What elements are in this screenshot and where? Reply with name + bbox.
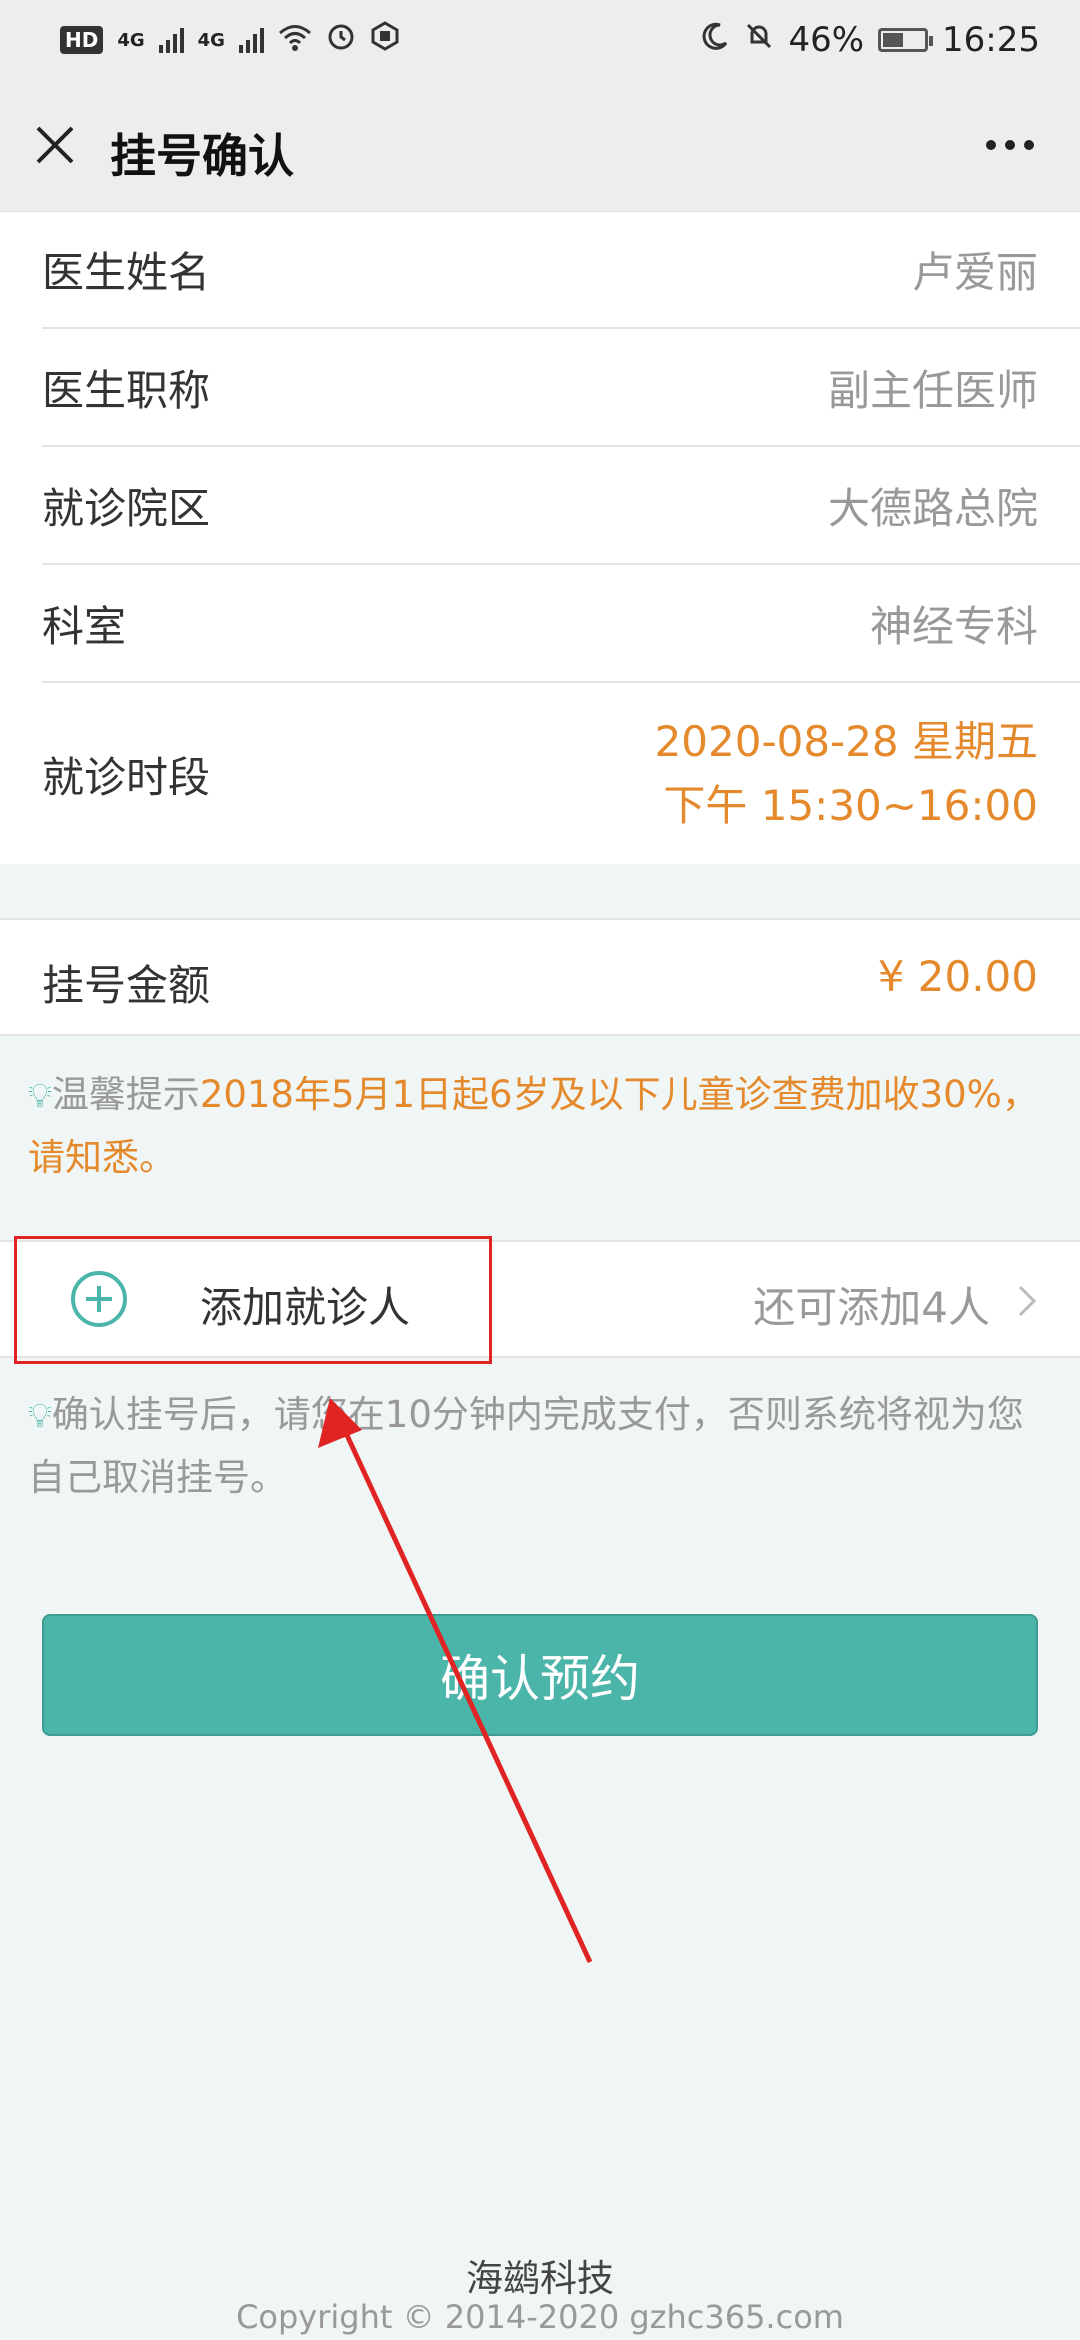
- remaining-count: 还可添加4人: [753, 1283, 990, 1332]
- confirm-appointment-button[interactable]: 确认预约: [42, 1614, 1038, 1736]
- department-value: 神经专科: [869, 602, 1038, 651]
- more-menu-icon[interactable]: [986, 140, 1034, 150]
- sim2-label: 4G: [197, 29, 225, 51]
- fee-card: 挂号金额 ¥ 20.00: [0, 918, 1080, 1036]
- doctor-name-row: 医生姓名 卢爱丽: [42, 212, 1080, 329]
- page-title: 挂号确认: [110, 129, 294, 183]
- department-label: 科室: [42, 602, 127, 651]
- doctor-title-value: 副主任医师: [827, 366, 1038, 415]
- signal-icon: [158, 27, 184, 53]
- annotation-highlight-box: [14, 1236, 492, 1364]
- chevron-right-icon: [1016, 1284, 1038, 1318]
- lightbulb-icon: 💡︎: [28, 1076, 52, 1116]
- visit-time-label: 就诊时段: [42, 752, 211, 802]
- footer-company: 海鹚科技: [466, 2257, 614, 2300]
- footer-copyright: Copyright © 2014-2020 gzhc365.com: [236, 2298, 844, 2336]
- close-icon[interactable]: [34, 124, 76, 166]
- doctor-name-label: 医生姓名: [42, 248, 211, 297]
- visit-time-range: 下午 15:30~16:00: [663, 781, 1038, 830]
- doctor-title-row: 医生职称 副主任医师: [42, 330, 1080, 447]
- nav-bar: 挂号确认: [0, 80, 1080, 212]
- payment-tip-text: 确认挂号后，请您在10分钟内完成支付，否则系统将视为您自己取消挂号。: [28, 1393, 1024, 1499]
- status-left: HD 4G 4G: [60, 20, 400, 60]
- doctor-title-label: 医生职称: [42, 366, 211, 415]
- sim1-label: 4G: [117, 29, 145, 51]
- campus-value: 大德路总院: [827, 484, 1038, 533]
- visit-date: 2020-08-28 星期五: [654, 717, 1038, 766]
- department-row: 科室 神经专科: [42, 566, 1080, 683]
- campus-row: 就诊院区 大德路总院: [42, 448, 1080, 565]
- warm-tip: 💡︎温馨提示2018年5月1日起6岁及以下儿童诊查费加收30%，请知悉。: [28, 1064, 1058, 1189]
- status-bar: HD 4G 4G 46% 16:25: [0, 0, 1080, 80]
- hd-badge: HD: [60, 26, 104, 54]
- status-right: 46% 16:25: [700, 20, 1040, 60]
- visit-time-value: 2020-08-28 星期五 下午 15:30~16:00: [655, 710, 1038, 838]
- wifi-icon: [278, 24, 312, 57]
- appointment-details-card: 医生姓名 卢爱丽 医生职称 副主任医师 就诊院区 大德路总院 科室 神经专科 就…: [0, 212, 1080, 864]
- campus-label: 就诊院区: [42, 484, 211, 533]
- lightbulb-icon: 💡︎: [28, 1396, 52, 1436]
- mute-bell-icon: [744, 20, 774, 60]
- battery-percent: 46%: [788, 20, 865, 60]
- moon-icon: [700, 20, 730, 60]
- alarm-icon: [326, 20, 356, 60]
- hand-icon: [370, 20, 400, 60]
- signal-icon: [238, 27, 264, 53]
- warm-tip-prefix: 温馨提示: [51, 1073, 200, 1116]
- fee-value: ¥ 20.00: [877, 952, 1038, 1001]
- clock-time: 16:25: [942, 20, 1040, 60]
- fee-label: 挂号金额: [42, 961, 211, 1010]
- doctor-name-value: 卢爱丽: [911, 248, 1038, 297]
- payment-tip: 💡︎确认挂号后，请您在10分钟内完成支付，否则系统将视为您自己取消挂号。: [28, 1384, 1058, 1509]
- battery-icon: [878, 28, 934, 52]
- visit-time-row: 就诊时段 2020-08-28 星期五 下午 15:30~16:00: [42, 684, 1080, 864]
